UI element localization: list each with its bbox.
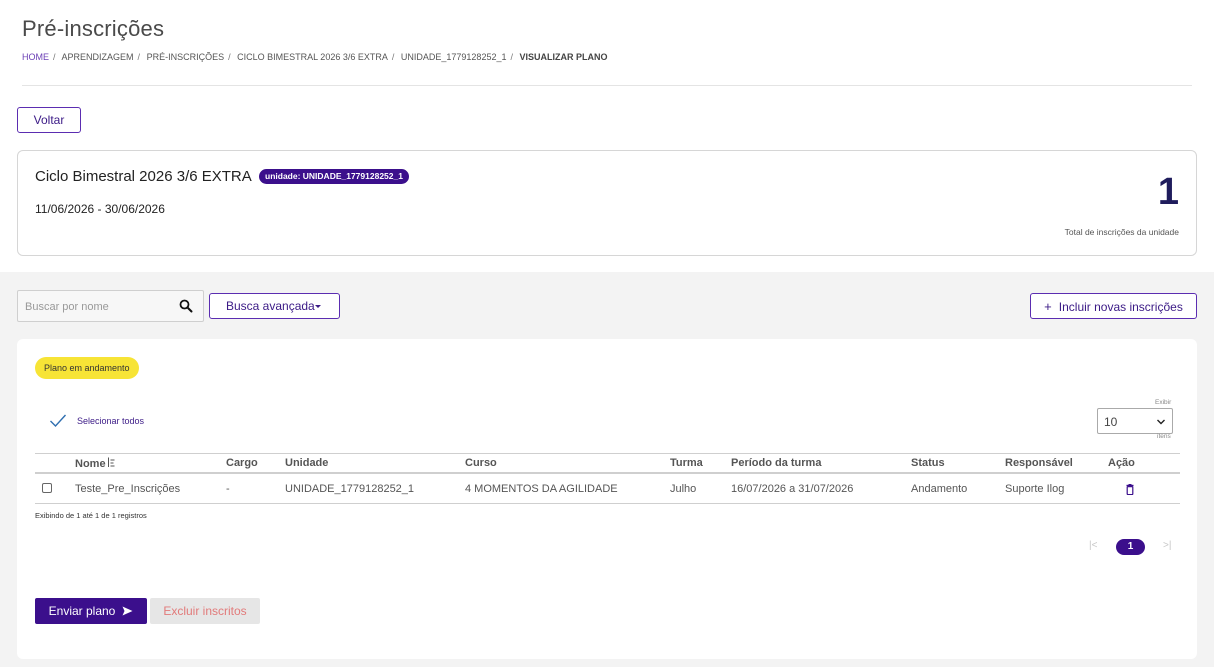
cell-unidade: UNIDADE_1779128252_1 — [285, 483, 415, 495]
page-header-area: Pré-inscrições HOME / APRENDIZAGEM / PRÉ-I… — [0, 0, 1214, 272]
page-size-label: Exibir — [1155, 399, 1172, 406]
advanced-search-button[interactable]: Busca avançada — [209, 293, 340, 319]
search-field[interactable] — [17, 290, 204, 322]
sort-icon[interactable] — [107, 457, 115, 468]
pagination-current-page[interactable]: 1 — [1116, 539, 1145, 555]
cycle-dates: 11/06/2026 - 30/06/2026 — [35, 202, 165, 216]
page-size-select[interactable]: 10 — [1097, 408, 1173, 434]
header-divider — [22, 85, 1192, 86]
table-header: Nome Cargo Unidade Curso Turma Período d… — [35, 453, 1180, 474]
column-header-status: Status — [911, 457, 945, 469]
plus-icon: + — [1044, 298, 1052, 314]
page-size-value: 10 — [1104, 415, 1118, 429]
trash-icon[interactable] — [1126, 484, 1134, 495]
page-size-unit-label: itens — [1157, 433, 1171, 440]
select-all-label: Selecionar todos — [77, 416, 145, 426]
cycle-summary-card: Ciclo Bimestral 2026 3/6 EXTRA unidade: … — [17, 150, 1197, 256]
column-header-responsavel: Responsável — [1005, 457, 1073, 469]
total-label: Total de inscrições da unidade — [1064, 227, 1179, 237]
row-checkbox[interactable] — [42, 483, 52, 493]
cell-turma: Julho — [670, 483, 697, 495]
add-registrations-label: Incluir novas inscrições — [1058, 299, 1183, 314]
search-input[interactable] — [25, 298, 175, 316]
column-header-unidade: Unidade — [285, 457, 329, 469]
column-header-cargo: Cargo — [226, 457, 258, 469]
cell-cargo: - — [226, 483, 230, 495]
total-count: 1 — [1157, 171, 1179, 213]
send-plan-label: Enviar plano — [48, 604, 116, 618]
delete-registrations-button[interactable]: Excluir inscritos — [150, 598, 260, 624]
cell-status: Andamento — [911, 483, 968, 495]
breadcrumb-aprendizagem[interactable]: APRENDIZAGEM — [62, 52, 134, 62]
breadcrumb-pre-inscricoes[interactable]: PRÉ-INSCRIÇÕES — [147, 52, 225, 62]
column-header-curso: Curso — [465, 457, 497, 469]
table-row: Teste_Pre_Inscrições - UNIDADE_177912825… — [35, 474, 1180, 504]
breadcrumb-home[interactable]: HOME — [22, 52, 49, 62]
back-button[interactable]: Voltar — [17, 107, 81, 133]
plan-card: Plano em andamento Selecionar todos Exib… — [17, 339, 1197, 659]
column-header-periodo: Período da turma — [731, 457, 822, 469]
send-icon — [122, 606, 133, 616]
breadcrumb-current: VISUALIZAR PLANO — [519, 52, 608, 62]
cell-responsavel: Suporte Ilog — [1005, 483, 1065, 495]
cell-periodo: 16/07/2026 a 31/07/2026 — [731, 483, 854, 495]
plan-status-badge: Plano em andamento — [35, 357, 139, 379]
add-registrations-button[interactable]: + Incluir novas inscrições — [1030, 293, 1197, 319]
pagination-first[interactable]: |< — [1089, 540, 1097, 551]
pagination-last[interactable]: >| — [1163, 540, 1171, 551]
check-icon — [50, 414, 67, 428]
breadcrumb-unidade[interactable]: UNIDADE_1779128252_1 — [401, 52, 507, 62]
select-all-toggle[interactable]: Selecionar todos — [49, 413, 144, 429]
breadcrumb-ciclo[interactable]: CICLO BIMESTRAL 2026 3/6 EXTRA — [237, 52, 388, 62]
records-info: Exibindo de 1 até 1 de 1 registros — [35, 511, 147, 520]
breadcrumb: HOME / APRENDIZAGEM / PRÉ-INSCRIÇÕES / CICL… — [22, 52, 608, 62]
search-icon[interactable] — [179, 299, 193, 313]
cell-nome: Teste_Pre_Inscrições — [75, 483, 181, 495]
cell-curso: 4 MOMENTOS DA AGILIDADE — [465, 483, 618, 495]
page-title: Pré-inscrições — [22, 16, 165, 41]
unit-badge: unidade: UNIDADE_1779128252_1 — [259, 169, 409, 184]
chevron-down-icon — [1157, 419, 1165, 425]
cycle-title: Ciclo Bimestral 2026 3/6 EXTRA — [35, 168, 252, 185]
caret-down-icon — [315, 305, 321, 308]
registrations-table: Nome Cargo Unidade Curso Turma Período d… — [35, 453, 1180, 504]
send-plan-button[interactable]: Enviar plano — [35, 598, 147, 624]
column-header-acao: Ação — [1108, 457, 1135, 469]
column-header-nome[interactable]: Nome — [75, 457, 115, 470]
advanced-search-label: Busca avançada — [226, 299, 315, 313]
column-header-turma: Turma — [670, 457, 703, 469]
